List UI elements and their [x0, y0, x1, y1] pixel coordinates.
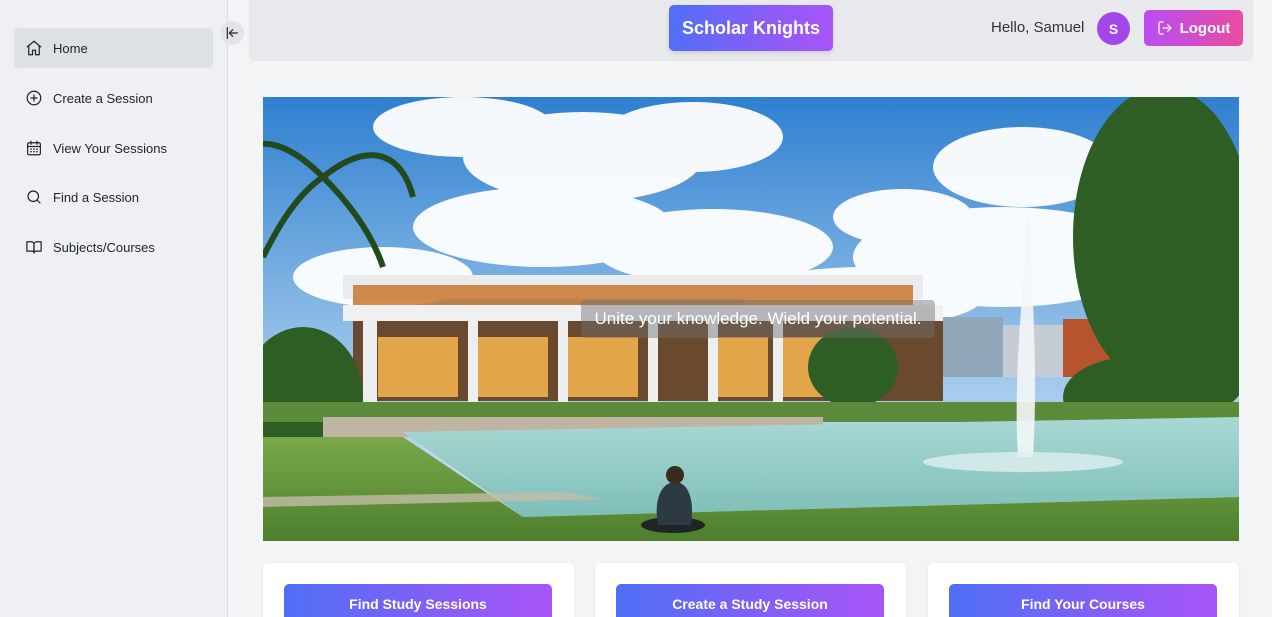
home-icon — [25, 39, 43, 57]
sidebar-item-home[interactable]: Home — [14, 28, 213, 68]
feature-card-find-courses: Find Your Courses — [928, 563, 1239, 617]
sidebar-item-label: View Your Sessions — [53, 140, 167, 156]
sidebar: Home Create a Session View Your Sessions… — [0, 0, 228, 617]
sidebar-item-create-session[interactable]: Create a Session — [14, 78, 213, 118]
sidebar-item-subjects-courses[interactable]: Subjects/Courses — [14, 227, 213, 267]
search-icon — [25, 188, 43, 206]
plus-circle-icon — [25, 89, 43, 107]
feature-card-create-session: Create a Study Session — [595, 563, 906, 617]
sidebar-item-label: Home — [53, 40, 88, 56]
sidebar-item-view-sessions[interactable]: View Your Sessions — [14, 128, 213, 168]
find-your-courses-button[interactable]: Find Your Courses — [949, 584, 1217, 617]
user-greeting: Hello, Samuel — [991, 19, 1085, 36]
find-study-sessions-button[interactable]: Find Study Sessions — [284, 584, 552, 617]
collapse-left-icon — [224, 25, 240, 41]
brand-logo[interactable]: Scholar Knights — [669, 5, 833, 51]
logout-label: Logout — [1179, 19, 1231, 37]
book-icon — [25, 238, 43, 256]
create-study-session-button[interactable]: Create a Study Session — [616, 584, 884, 617]
sidebar-item-label: Find a Session — [53, 189, 139, 205]
logout-icon — [1157, 21, 1172, 35]
logout-button[interactable]: Logout — [1144, 10, 1243, 46]
hero-banner: Unite your knowledge. Wield your potenti… — [263, 97, 1239, 541]
sidebar-item-label: Create a Session — [53, 90, 153, 106]
hero-tagline: Unite your knowledge. Wield your potenti… — [581, 300, 935, 338]
sidebar-collapse-button[interactable] — [220, 21, 244, 45]
sidebar-item-find-session[interactable]: Find a Session — [14, 177, 213, 217]
sidebar-item-label: Subjects/Courses — [53, 239, 155, 255]
avatar[interactable]: S — [1097, 12, 1130, 45]
top-header: Scholar Knights Hello, Samuel S Logout — [249, 0, 1253, 61]
calendar-icon — [25, 139, 43, 157]
feature-card-find-sessions: Find Study Sessions — [263, 563, 574, 617]
